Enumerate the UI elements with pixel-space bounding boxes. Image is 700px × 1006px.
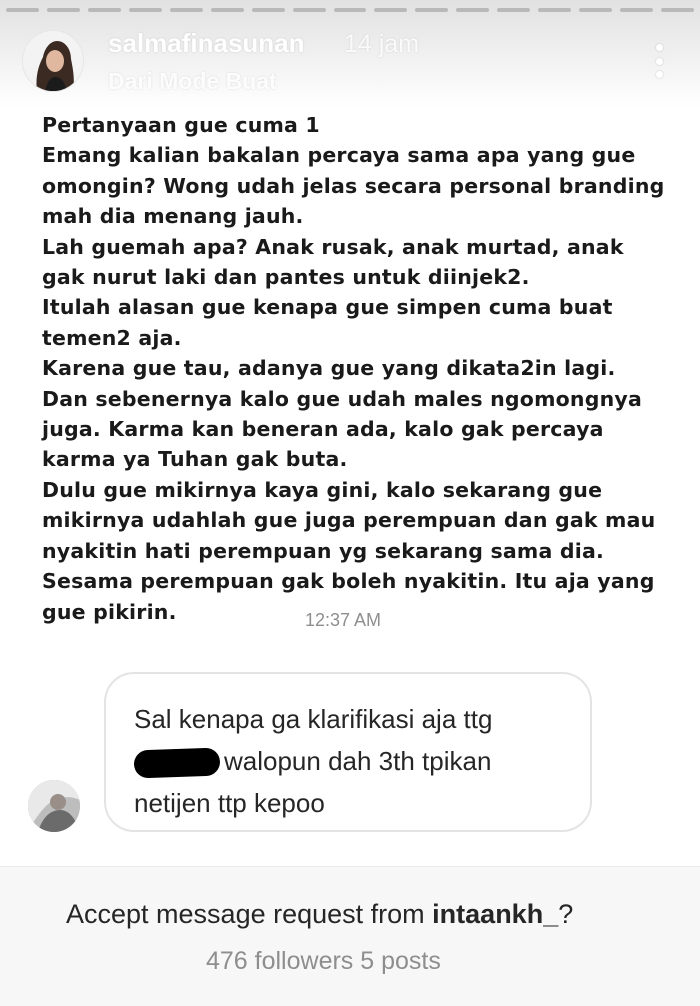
question-mark: ? (558, 899, 574, 929)
message-line: Karena gue tau, adanya gue yang dikata2i… (42, 356, 616, 381)
message-line: Dulu gue mikirnya kaya gini, kalo sekara… (42, 477, 603, 502)
story-progress-segment (333, 8, 367, 12)
story-progress-segment (6, 8, 39, 12)
incoming-message-text: walopun dah 3th tpikan (224, 746, 492, 776)
story-username[interactable]: salmafinasunan (108, 28, 305, 59)
story-progress-segment (46, 8, 80, 12)
story-progress-segment (374, 8, 408, 12)
accept-request-text: Accept message request from (66, 899, 433, 929)
message-line: karma ya Tuhan gak buta. (42, 447, 348, 472)
message-line: Emang kalian bakalan percaya sama apa ya… (42, 143, 636, 168)
story-time-ago: 14 jam (344, 30, 420, 58)
message-line: temen2 aja. (42, 325, 182, 350)
story-progress-segment (661, 8, 694, 12)
story-progress-bar (0, 8, 700, 14)
message-request-footer: Accept message request from intaankh_? 4… (0, 866, 700, 1006)
story-progress-segment (169, 8, 203, 12)
message-body: Pertanyaan gue cuma 1 Emang kalian bakal… (42, 110, 682, 627)
story-progress-segment (292, 8, 326, 12)
more-vertical-icon (655, 57, 663, 65)
story-author-avatar[interactable] (22, 30, 84, 92)
more-vertical-icon (655, 44, 663, 51)
incoming-message-line-with-redaction: walopun dah 3th tpikan (133, 740, 562, 782)
message-line: Dan sebenernya kalo gue udah males ngomo… (42, 386, 642, 411)
story-progress-segment (210, 8, 244, 12)
story-progress-segment (87, 8, 121, 12)
message-line: Pertanyaan gue cuma 1 (42, 113, 320, 137)
message-line: gak nurut laki dan pantes untuk diinjek2… (42, 265, 530, 290)
avatar-portrait (23, 31, 83, 91)
incoming-message-line: netijen ttp kepoo (134, 788, 325, 818)
message-line: Lah guemah apa? Anak rusak, anak murtad,… (42, 234, 624, 259)
story-progress-segment (579, 8, 613, 12)
message-line: mah dia menang jauh. (42, 204, 304, 229)
story-progress-segment (415, 8, 449, 12)
story-progress-segment (456, 8, 490, 12)
story-progress-segment (620, 8, 653, 12)
message-line: juga. Karma kan beneran ada, kalo gak pe… (42, 417, 604, 442)
story-progress-segment (538, 8, 572, 12)
message-timestamp: 12:37 AM (305, 610, 382, 630)
incoming-message-line: Sal kenapa ga klarifikasi aja ttg (134, 704, 493, 734)
message-line: omongin? Wong udah jelas secara personal… (42, 173, 665, 198)
sender-avatar[interactable] (28, 780, 80, 832)
message-line: mikirnya udahlah gue juga perempuan dan … (42, 508, 656, 533)
redaction-mark (133, 747, 221, 779)
requester-username[interactable]: intaankh_ (432, 899, 558, 929)
accept-request-prompt[interactable]: Accept message request from intaankh_? (66, 899, 573, 930)
sender-avatar-image (28, 780, 80, 832)
message-line: nyakitin hati perempuan yg sekarang sama… (42, 538, 604, 563)
incoming-message-bubble[interactable]: Sal kenapa ga klarifikasi aja ttg walopu… (104, 672, 592, 832)
more-vertical-icon (655, 71, 663, 78)
story-progress-segment (497, 8, 531, 12)
story-progress-segment (251, 8, 285, 12)
message-line: Itulah alasan gue kenapa gue simpen cuma… (42, 295, 613, 320)
story-subtitle: Dari Mode Buat (108, 68, 277, 94)
more-options-button[interactable] (646, 40, 672, 82)
requester-stats: 476 followers 5 posts (206, 947, 441, 975)
story-progress-segment (128, 8, 162, 12)
message-line: Sesama perempuan gak boleh nyakitin. Itu… (42, 569, 655, 594)
